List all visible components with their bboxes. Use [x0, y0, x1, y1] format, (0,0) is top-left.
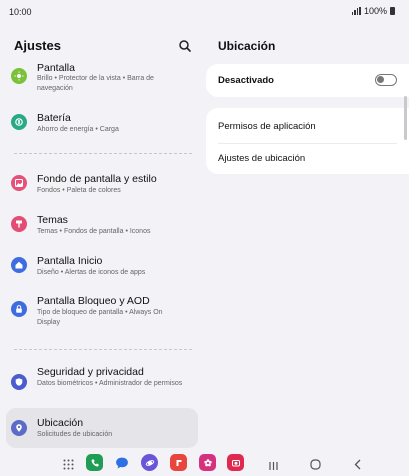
- toggle-knob: [377, 76, 384, 83]
- status-bar: 10:00 100%: [0, 0, 409, 24]
- settings-item-title: Batería: [37, 112, 71, 124]
- settings-item-subtitle: Ahorro de energía • Carga: [37, 126, 119, 133]
- signal-icon: [351, 7, 361, 15]
- settings-item-bateria[interactable]: Batería Ahorro de energía • Carga: [6, 106, 198, 140]
- section-divider: [14, 349, 192, 350]
- settings-item-ubicacion[interactable]: Ubicación Solicitudes de ubicación: [6, 408, 198, 448]
- back-chevron-icon: [354, 459, 361, 470]
- app-drawer-button[interactable]: [63, 457, 74, 475]
- settings-item-subtitle: Diseño • Alertas de iconos de apps: [37, 269, 146, 276]
- shield-icon: [11, 374, 27, 390]
- battery-level: 100%: [363, 6, 387, 16]
- phone-app-icon[interactable]: [86, 454, 103, 471]
- settings-item-pantalla-bloqueo[interactable]: Pantalla Bloqueo y AOD Tipo de bloqueo d…: [6, 289, 198, 333]
- settings-item-subtitle: Solicitudes de ubicación: [37, 431, 113, 438]
- settings-item-pantalla[interactable]: Pantalla Brillo • Protector de la vista …: [6, 60, 198, 98]
- brush-icon: [11, 216, 27, 232]
- status-time: 10:00: [9, 7, 32, 17]
- settings-item-title: Pantalla: [37, 62, 75, 74]
- recents-icon: [269, 462, 278, 470]
- settings-item-subtitle: Brillo • Protector de la vista • Barra d…: [37, 75, 154, 92]
- home-circle-icon: [310, 459, 321, 470]
- location-toggle-switch[interactable]: [375, 74, 397, 86]
- home-icon: [11, 257, 27, 273]
- settings-item-seguridad[interactable]: Seguridad y privacidad Datos biométricos…: [6, 360, 198, 404]
- blossom-app-icon[interactable]: [199, 454, 216, 471]
- battery-status-icon: [390, 7, 395, 15]
- settings-item-title: Pantalla Inicio: [37, 255, 103, 267]
- settings-item-title: Pantalla Bloqueo y AOD: [37, 295, 150, 307]
- option-permisos-aplicacion[interactable]: Permisos de aplicación: [218, 121, 316, 132]
- status-indicators: 100%: [351, 6, 395, 16]
- location-toggle-label: Desactivado: [218, 75, 274, 86]
- option-ajustes-ubicacion[interactable]: Ajustes de ubicación: [218, 153, 305, 164]
- internet-app-icon[interactable]: [141, 454, 158, 471]
- battery-icon: [11, 114, 27, 130]
- page-title: Ajustes: [14, 38, 61, 53]
- sun-icon: [11, 68, 27, 84]
- location-options-card: Permisos de aplicación Ajustes de ubicac…: [206, 108, 409, 174]
- app-grid-icon: [63, 459, 74, 470]
- location-toggle-card[interactable]: Desactivado: [206, 64, 409, 97]
- recent-apps-button[interactable]: [268, 458, 279, 476]
- gallery-app-icon[interactable]: [170, 454, 187, 471]
- navigation-bar: [0, 444, 409, 476]
- settings-item-title: Seguridad y privacidad: [37, 366, 144, 378]
- back-button[interactable]: [353, 457, 363, 475]
- settings-item-subtitle: Temas • Fondos de pantalla • Iconos: [37, 228, 151, 235]
- settings-item-subtitle: Datos biométricos • Administrador de per…: [37, 380, 183, 387]
- detail-scrollbar[interactable]: [404, 96, 407, 140]
- settings-item-fondo[interactable]: Fondo de pantalla y estilo Fondos • Pale…: [6, 166, 198, 200]
- home-button[interactable]: [310, 457, 321, 475]
- camera-app-icon[interactable]: [227, 454, 244, 471]
- search-icon: [179, 40, 191, 52]
- settings-item-title: Ubicación: [37, 417, 84, 429]
- settings-item-pantalla-inicio[interactable]: Pantalla Inicio Diseño • Alertas de icon…: [6, 248, 198, 282]
- settings-item-title: Fondo de pantalla y estilo: [37, 173, 157, 185]
- search-button[interactable]: [177, 38, 193, 54]
- wallpaper-icon: [11, 175, 27, 191]
- messages-app-icon[interactable]: [113, 454, 130, 471]
- lock-icon: [11, 301, 27, 317]
- settings-item-subtitle: Tipo de bloqueo de pantalla • Always On …: [37, 309, 163, 326]
- settings-item-temas[interactable]: Temas Temas • Fondos de pantalla • Icono…: [6, 207, 198, 241]
- settings-item-title: Temas: [37, 214, 68, 226]
- option-separator: [218, 143, 397, 144]
- detail-title: Ubicación: [218, 39, 276, 53]
- location-pin-icon: [11, 420, 27, 436]
- section-divider: [14, 153, 192, 154]
- settings-item-subtitle: Fondos • Paleta de colores: [37, 187, 121, 194]
